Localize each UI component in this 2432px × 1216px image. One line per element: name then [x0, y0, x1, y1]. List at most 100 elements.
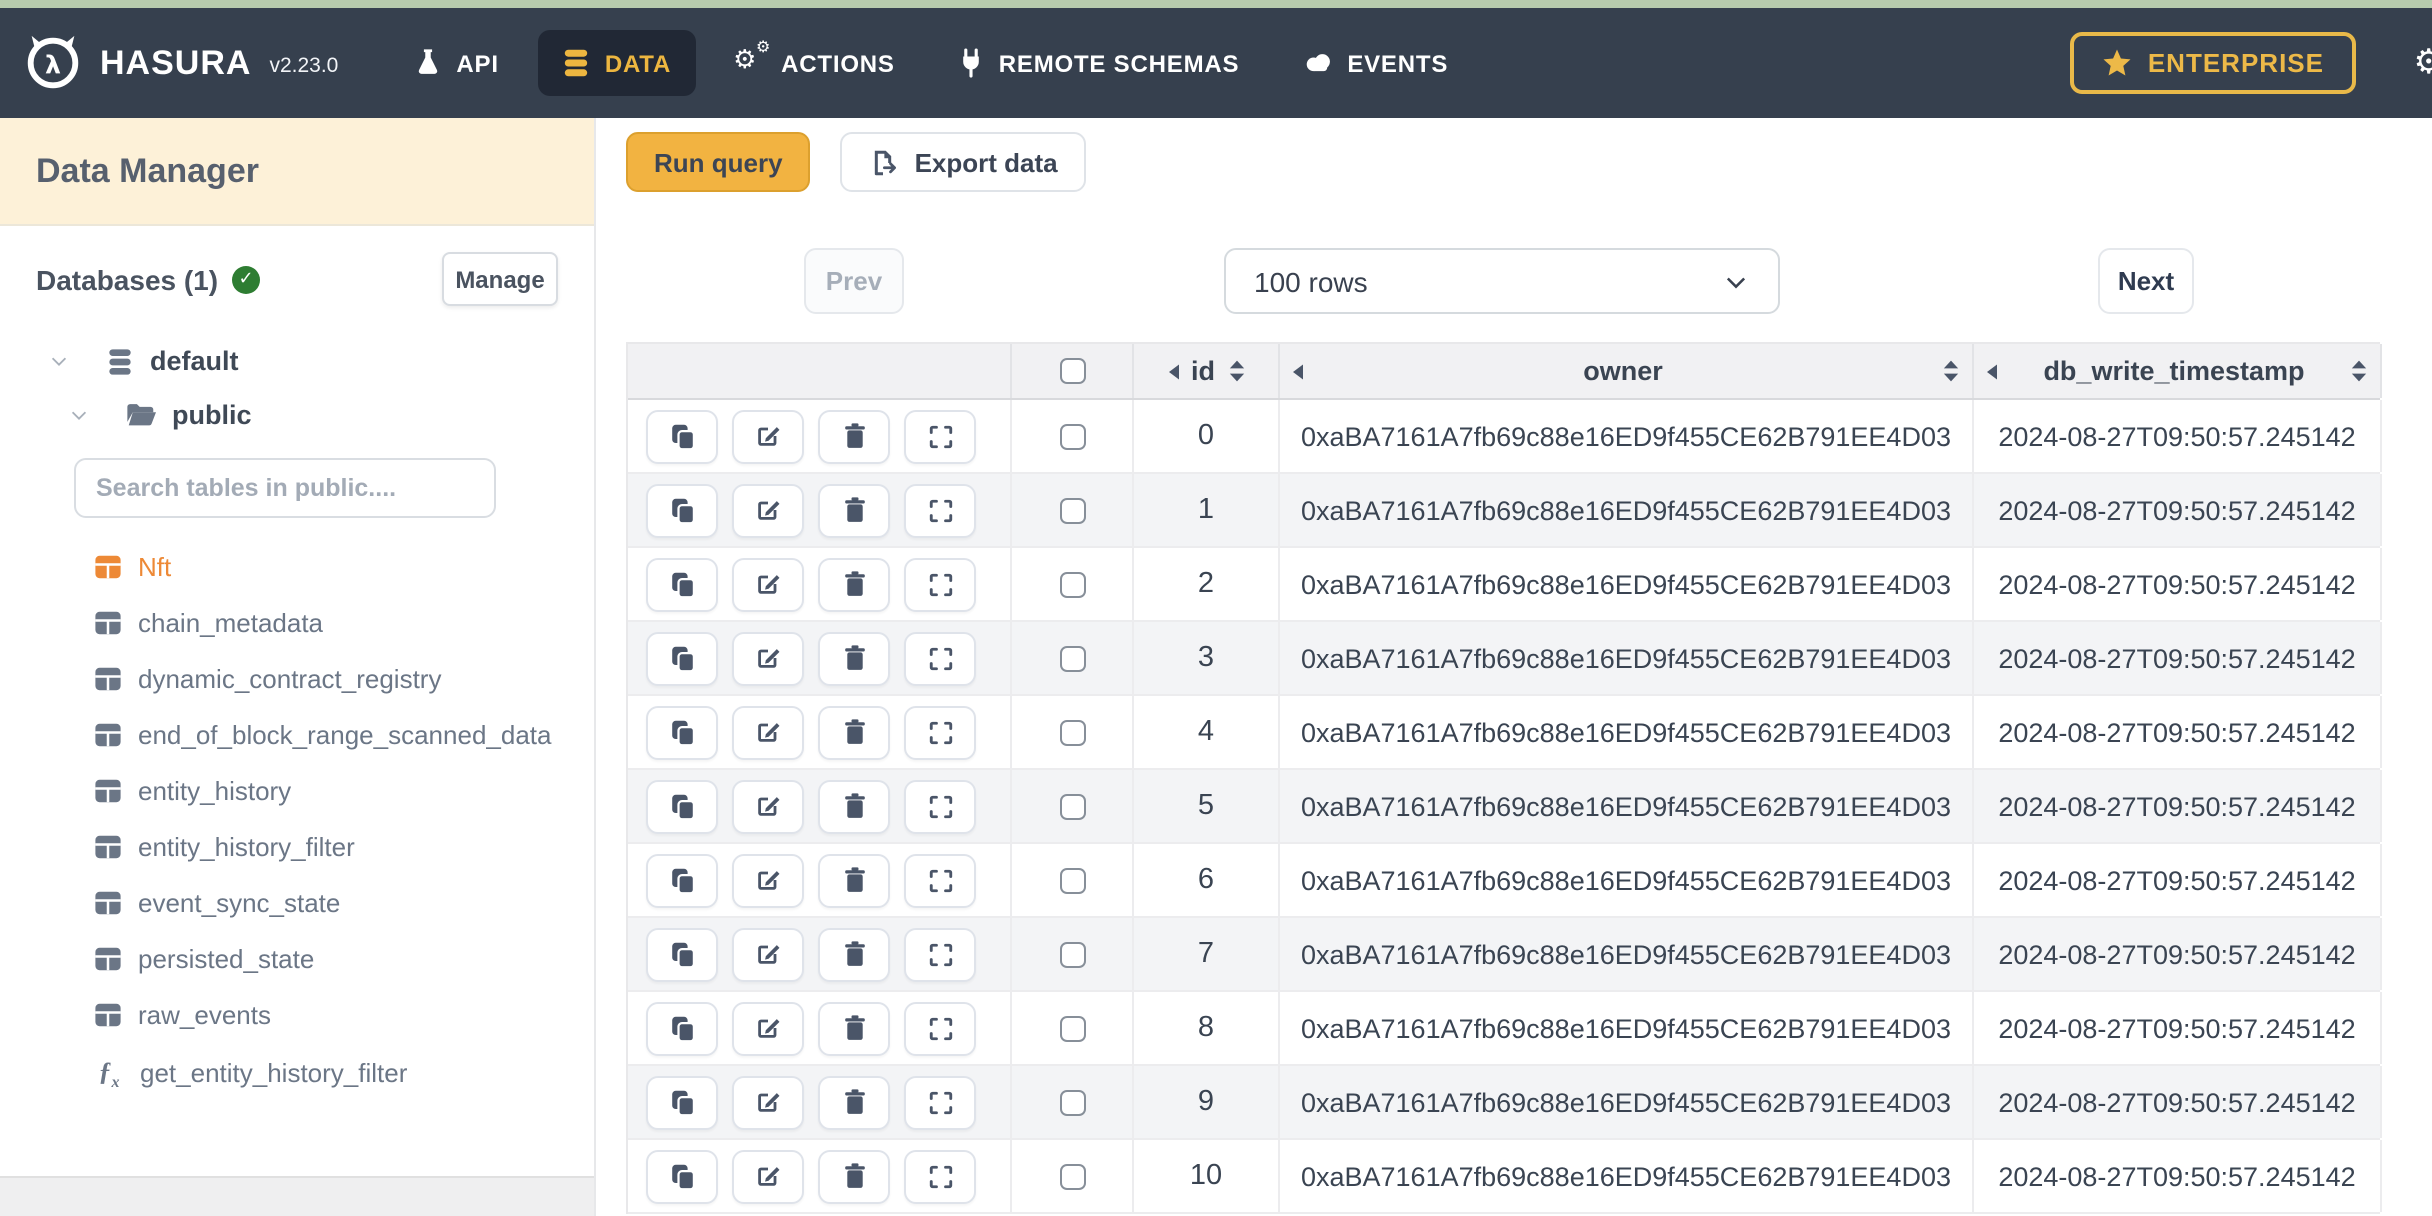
delete-row-button[interactable]	[818, 1075, 890, 1129]
header-owner[interactable]: owner	[1280, 344, 1974, 398]
row-checkbox[interactable]	[1059, 571, 1085, 597]
delete-row-button[interactable]	[818, 1001, 890, 1055]
copy-row-button[interactable]	[646, 1075, 718, 1129]
row-checkbox[interactable]	[1059, 1015, 1085, 1041]
delete-row-button[interactable]	[818, 853, 890, 907]
enterprise-button[interactable]: ENTERPRISE	[2069, 32, 2356, 94]
copy-row-button[interactable]	[646, 705, 718, 759]
top-accent-strip	[0, 0, 2432, 8]
copy-row-button[interactable]	[646, 409, 718, 463]
delete-row-button[interactable]	[818, 409, 890, 463]
edit-row-button[interactable]	[732, 927, 804, 981]
collapse-column-icon[interactable]	[1290, 361, 1306, 381]
nav-item-actions[interactable]: ⚙ ⚙ ACTIONS	[711, 30, 919, 96]
tree-node-public[interactable]: public	[0, 388, 594, 442]
edit-row-button[interactable]	[732, 631, 804, 685]
sort-icon[interactable]	[1940, 358, 1962, 384]
row-checkbox[interactable]	[1059, 497, 1085, 523]
edit-row-button[interactable]	[732, 1149, 804, 1203]
cell-owner: 0xaBA7161A7fb69c88e16ED9f455CE62B791EE4D…	[1280, 696, 1974, 768]
collapse-column-icon[interactable]	[1984, 361, 2000, 381]
edit-row-button[interactable]	[732, 853, 804, 907]
expand-row-button[interactable]	[904, 853, 976, 907]
copy-row-button[interactable]	[646, 557, 718, 611]
sidebar-table-item[interactable]: entity_history_filter	[0, 818, 594, 874]
sidebar-table-item[interactable]: end_of_block_range_scanned_data	[0, 706, 594, 762]
expand-row-button[interactable]	[904, 483, 976, 537]
search-tables-input[interactable]	[74, 458, 496, 518]
tree-node-default[interactable]: default	[0, 334, 594, 388]
expand-row-button[interactable]	[904, 631, 976, 685]
edit-row-button[interactable]	[732, 1075, 804, 1129]
collapse-column-icon[interactable]	[1165, 361, 1181, 381]
header-id[interactable]: id	[1134, 344, 1280, 398]
sidebar-table-item[interactable]: chain_metadata	[0, 594, 594, 650]
cell-id: 6	[1134, 844, 1280, 916]
header-db-write-timestamp[interactable]: db_write_timestamp	[1974, 344, 2382, 398]
copy-row-button[interactable]	[646, 631, 718, 685]
row-checkbox[interactable]	[1059, 793, 1085, 819]
expand-row-button[interactable]	[904, 779, 976, 833]
rows-per-page-select[interactable]: 100 rows	[1224, 248, 1780, 314]
copy-row-button[interactable]	[646, 1001, 718, 1055]
sidebar-table-item[interactable]: persisted_state	[0, 930, 594, 986]
edit-row-button[interactable]	[732, 705, 804, 759]
delete-row-button[interactable]	[818, 705, 890, 759]
settings-gear-icon[interactable]: ⚙	[2414, 45, 2432, 80]
row-checkbox[interactable]	[1059, 1163, 1085, 1189]
edit-row-button[interactable]	[732, 557, 804, 611]
copy-row-button[interactable]	[646, 483, 718, 537]
sort-icon[interactable]	[2348, 358, 2370, 384]
next-page-button[interactable]: Next	[2098, 248, 2194, 314]
expand-icon	[927, 867, 953, 893]
expand-row-button[interactable]	[904, 409, 976, 463]
expand-row-button[interactable]	[904, 1001, 976, 1055]
chevron-down-icon[interactable]	[68, 404, 90, 426]
row-checkbox[interactable]	[1059, 1089, 1085, 1115]
export-data-button[interactable]: Export data	[840, 132, 1086, 192]
sidebar-item-function[interactable]: ƒx get_entity_history_filter	[0, 1042, 594, 1103]
nav-item-api[interactable]: API	[390, 30, 522, 96]
sort-icon[interactable]	[1225, 358, 1247, 384]
delete-row-button[interactable]	[818, 557, 890, 611]
brand[interactable]: λ HASURA v2.23.0	[20, 30, 338, 96]
expand-row-button[interactable]	[904, 557, 976, 611]
select-all-checkbox[interactable]	[1059, 358, 1085, 384]
copy-row-button[interactable]	[646, 927, 718, 981]
prev-page-button[interactable]: Prev	[804, 248, 904, 314]
chevron-down-icon[interactable]	[48, 350, 70, 372]
delete-row-button[interactable]	[818, 927, 890, 981]
row-checkbox[interactable]	[1059, 645, 1085, 671]
delete-row-button[interactable]	[818, 483, 890, 537]
edit-row-button[interactable]	[732, 779, 804, 833]
edit-row-button[interactable]	[732, 483, 804, 537]
copy-row-button[interactable]	[646, 853, 718, 907]
expand-row-button[interactable]	[904, 1149, 976, 1203]
manage-button[interactable]: Manage	[442, 252, 558, 306]
edit-row-button[interactable]	[732, 1001, 804, 1055]
nav-item-data[interactable]: DATA	[538, 30, 696, 96]
copy-row-button[interactable]	[646, 779, 718, 833]
copy-row-button[interactable]	[646, 1149, 718, 1203]
sidebar-table-item[interactable]: event_sync_state	[0, 874, 594, 930]
run-query-button[interactable]: Run query	[626, 132, 811, 192]
row-checkbox[interactable]	[1059, 941, 1085, 967]
expand-row-button[interactable]	[904, 927, 976, 981]
edit-icon	[754, 1088, 782, 1116]
sidebar-table-item[interactable]: dynamic_contract_registry	[0, 650, 594, 706]
row-checkbox[interactable]	[1059, 867, 1085, 893]
sidebar-table-item[interactable]: raw_events	[0, 986, 594, 1042]
nav-item-events[interactable]: EVENTS	[1279, 31, 1472, 95]
expand-row-button[interactable]	[904, 1075, 976, 1129]
nav-item-remote-schemas[interactable]: REMOTE SCHEMAS	[935, 30, 1264, 96]
delete-row-button[interactable]	[818, 631, 890, 685]
row-checkbox[interactable]	[1059, 719, 1085, 745]
cell-id: 2	[1134, 548, 1280, 620]
delete-row-button[interactable]	[818, 779, 890, 833]
row-checkbox[interactable]	[1059, 423, 1085, 449]
edit-row-button[interactable]	[732, 409, 804, 463]
delete-row-button[interactable]	[818, 1149, 890, 1203]
sidebar-table-item[interactable]: entity_history	[0, 762, 594, 818]
expand-row-button[interactable]	[904, 705, 976, 759]
sidebar-table-item[interactable]: Nft	[0, 538, 594, 594]
